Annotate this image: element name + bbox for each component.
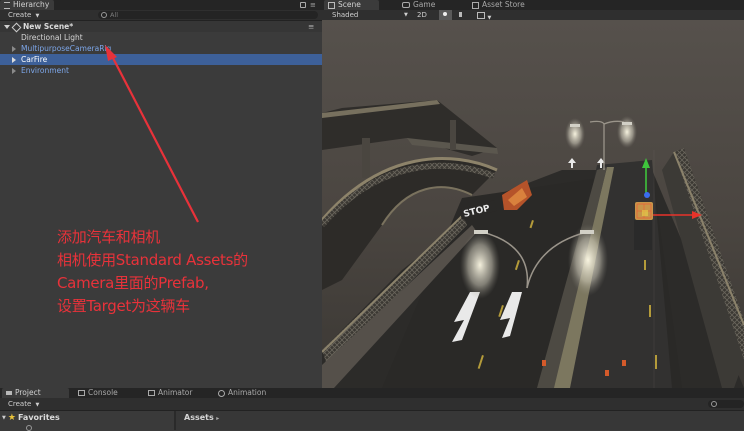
assets-pane: Assets ▸ <box>176 411 744 430</box>
search-icon <box>711 401 717 407</box>
project-create-button[interactable]: Create ▼ <box>8 399 39 409</box>
favorites-label: Favorites <box>17 413 60 422</box>
shading-mode-label: Shaded <box>332 11 359 19</box>
favorites-pane: ▼ ★ Favorites <box>0 411 174 431</box>
store-tab-icon <box>472 1 479 9</box>
favorites-header[interactable]: ▼ ★ Favorites <box>2 413 60 423</box>
audio-toggle[interactable] <box>459 12 467 17</box>
tab-animator[interactable]: Animator <box>144 388 197 398</box>
tab-scene-label: Scene <box>338 0 361 9</box>
project-search-input[interactable] <box>708 400 744 408</box>
assets-label: Assets <box>184 413 214 422</box>
favorites-subitem[interactable] <box>26 425 66 431</box>
speaker-icon <box>459 12 467 17</box>
folder-icon <box>6 391 12 395</box>
chevron-down-icon: ▼ <box>404 12 408 18</box>
2d-toggle[interactable]: 2D <box>417 10 427 20</box>
tab-animator-label: Animator <box>158 388 193 397</box>
tab-scene[interactable]: Scene <box>324 0 379 10</box>
lighting-toggle[interactable] <box>439 10 452 20</box>
sun-icon <box>443 12 447 16</box>
game-tab-icon <box>402 2 410 8</box>
console-icon <box>78 390 85 396</box>
shading-mode-dropdown[interactable]: Shaded <box>332 10 358 20</box>
bottom-panel: Project Console Animator Animation Creat… <box>0 388 744 431</box>
tab-game-label: Game <box>413 0 436 9</box>
animator-icon <box>148 390 155 396</box>
expand-arrow-icon[interactable]: ▼ <box>2 413 6 423</box>
tab-project-label: Project <box>15 388 41 397</box>
tab-console[interactable]: Console <box>74 388 123 398</box>
search-icon <box>26 425 32 431</box>
project-create-label: Create <box>8 400 32 408</box>
chevron-right-icon: ▸ <box>216 415 220 422</box>
annotation-arrow-icon <box>105 45 199 223</box>
scene-tab-bar: Scene Game Asset Store <box>322 0 744 10</box>
tab-asset-store-label: Asset Store <box>482 0 525 9</box>
tab-animation-label: Animation <box>228 388 267 397</box>
tab-project[interactable]: Project <box>2 388 69 398</box>
bottom-tab-bar: Project Console Animator Animation <box>0 388 744 398</box>
tab-game[interactable]: Game <box>398 0 440 10</box>
star-icon: ★ <box>7 413 16 423</box>
project-toolbar: Create ▼ <box>0 398 744 411</box>
dropdown-arrow-icon: ▼ <box>35 402 40 408</box>
image-icon <box>477 12 485 19</box>
scene-panel: Scene Game Asset Store Shaded ▼ 2D ▼ STO… <box>322 0 744 388</box>
tab-asset-store[interactable]: Asset Store <box>468 0 530 10</box>
tab-animation[interactable]: Animation <box>214 388 271 398</box>
2d-toggle-label: 2D <box>417 11 427 19</box>
scene-render: STOP <box>322 20 744 388</box>
tab-console-label: Console <box>88 388 118 397</box>
assets-breadcrumb[interactable]: Assets ▸ <box>184 413 219 423</box>
animation-clock-icon <box>218 389 225 397</box>
scene-tab-icon <box>328 1 335 9</box>
scene-viewport[interactable]: STOP <box>322 20 744 388</box>
